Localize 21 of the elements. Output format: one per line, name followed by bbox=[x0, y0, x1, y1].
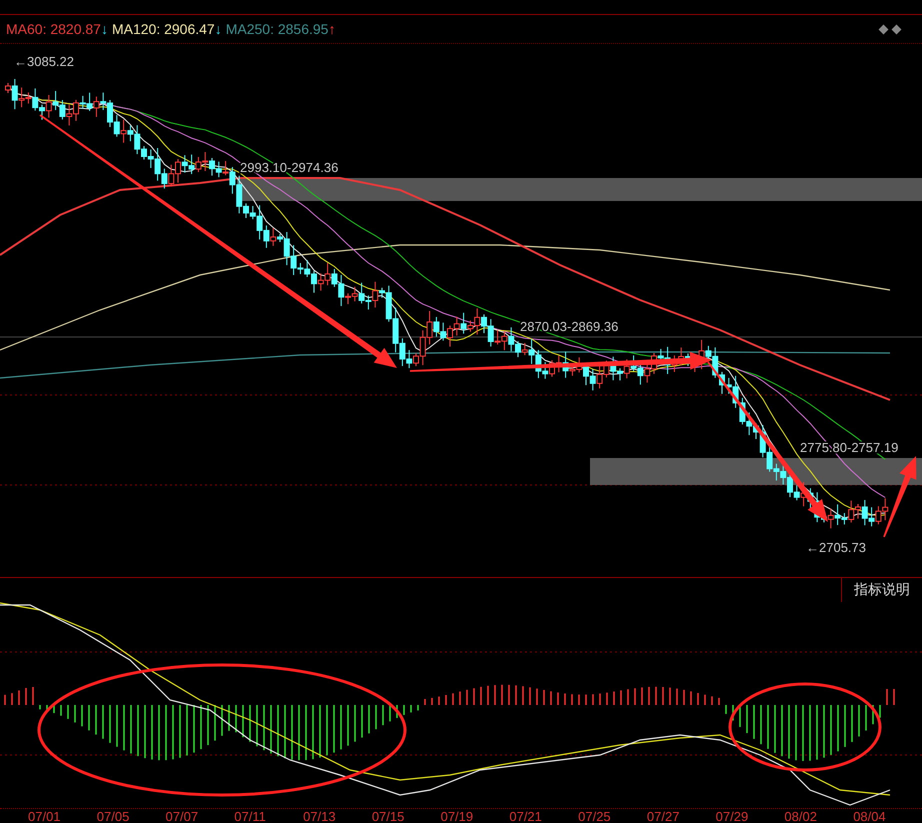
date-label: 07/01 bbox=[28, 809, 62, 823]
trend-arrow-icon: ↓ bbox=[214, 21, 222, 37]
date-label: 07/19 bbox=[440, 809, 474, 823]
date-label: 07/15 bbox=[372, 809, 406, 823]
date-label: 08/02 bbox=[784, 809, 818, 823]
trend-arrow-icon: ↑ bbox=[328, 21, 336, 37]
date-label: 08/04 bbox=[853, 809, 887, 823]
date-label: 07/21 bbox=[509, 809, 543, 823]
legend-label: MA60: 2820.87 bbox=[6, 21, 101, 37]
date-label: 07/25 bbox=[578, 809, 612, 823]
trend-arrow-icon: ↓ bbox=[100, 21, 108, 37]
legend-label: MA120: 2906.47 bbox=[112, 21, 215, 37]
price-label: ←3085.22 bbox=[14, 54, 74, 69]
date-label: 07/11 bbox=[234, 809, 267, 823]
date-label: 07/29 bbox=[716, 809, 750, 823]
date-label: 07/05 bbox=[96, 809, 130, 823]
date-label: 07/27 bbox=[646, 809, 680, 823]
price-label: ←2705.73 bbox=[806, 540, 866, 555]
date-label: 07/07 bbox=[166, 809, 200, 823]
date-label: 07/13 bbox=[303, 809, 337, 823]
legend-label: MA250: 2856.95 bbox=[226, 21, 328, 37]
